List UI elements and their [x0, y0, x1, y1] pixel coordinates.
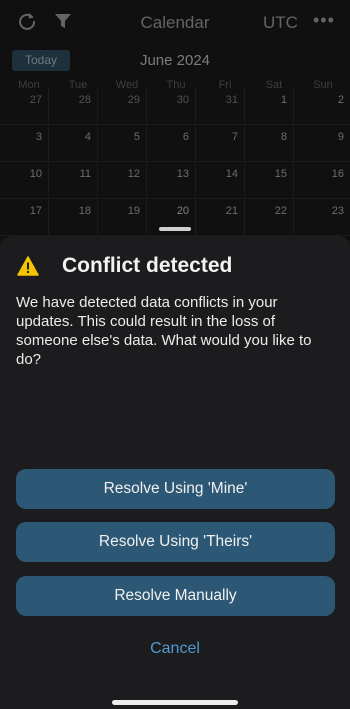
- dialog-message: We have detected data conflicts in your …: [16, 294, 312, 368]
- warning-icon: [17, 256, 39, 276]
- cancel-button[interactable]: Cancel: [0, 640, 350, 658]
- sheet-grabber[interactable]: [159, 227, 191, 231]
- resolve-manually-button[interactable]: Resolve Manually: [16, 576, 335, 616]
- home-indicator: [112, 700, 238, 705]
- resolve-mine-button[interactable]: Resolve Using 'Mine': [16, 469, 335, 509]
- dialog-title: Conflict detected: [62, 254, 233, 277]
- resolve-theirs-button[interactable]: Resolve Using 'Theirs': [16, 522, 335, 562]
- background-dim-overlay: [0, 0, 350, 240]
